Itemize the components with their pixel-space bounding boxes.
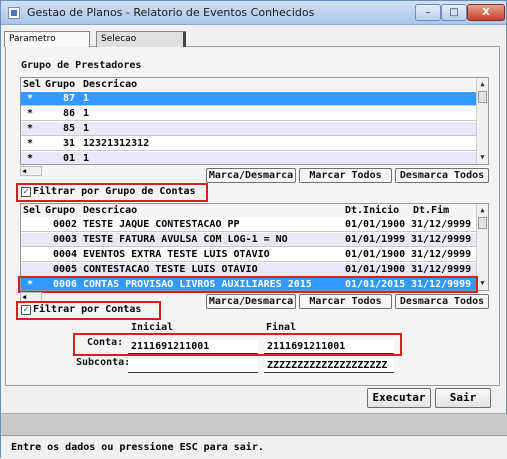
cell-sel: *	[27, 153, 34, 164]
scroll-up-icon[interactable]: ▲	[477, 79, 488, 90]
marca-desmarca-button-2[interactable]: Marca/Desmarca	[206, 294, 296, 309]
conta-inicial-input[interactable]: 2111691211001	[128, 340, 258, 354]
prestadores-grid: Sel Grupo Descricao * 87 1 * 86 1 * 85 1…	[20, 77, 489, 165]
cell-descricao: 12321312312	[83, 138, 150, 149]
subconta-label: Subconta:	[76, 357, 131, 368]
scroll-left-icon[interactable]: ◀	[22, 167, 26, 176]
close-button[interactable]: X	[467, 4, 505, 21]
final-label: Final	[266, 322, 297, 333]
conta-label: Conta:	[87, 337, 124, 348]
cell-grupo: 0002	[53, 219, 78, 230]
cell-dt-fim: 31/12/9999	[411, 249, 472, 260]
cell-dt-inicio: 01/01/1999	[345, 234, 406, 245]
separator-band	[1, 413, 507, 435]
table-row[interactable]: * 85 1	[21, 122, 488, 136]
desmarca-todos-button-2[interactable]: Desmarca Todos	[395, 294, 489, 309]
filtrar-contas-label: Filtrar por Contas	[33, 304, 142, 315]
tab-parametro[interactable]: Parametro	[4, 31, 90, 47]
cell-descricao: TESTE FATURA AVULSA COM LOG-1 = NO	[83, 234, 288, 245]
title-bar[interactable]: Gestao de Planos - Relatorio de Eventos …	[1, 1, 506, 25]
status-bar: Entre os dados ou pressione ESC para sai…	[1, 435, 507, 459]
cell-descricao: 1	[83, 108, 90, 119]
cell-sel: *	[27, 108, 34, 119]
cell-sel: *	[27, 138, 34, 149]
table-row[interactable]: * 01 1	[21, 152, 488, 164]
table-row[interactable]: 0005 CONTESTACAO TESTE LUIS OTAVIO 01/01…	[21, 263, 488, 277]
sair-button[interactable]: Sair	[435, 388, 491, 408]
cell-grupo: 86	[62, 108, 75, 119]
table-row[interactable]: 0004 EVENTOS EXTRA TESTE LUIS OTAVIO 01/…	[21, 248, 488, 262]
cell-dt-inicio: 01/01/1900	[345, 219, 406, 230]
subconta-final-input[interactable]: ZZZZZZZZZZZZZZZZZZZZ	[264, 359, 394, 373]
prestadores-vscroll[interactable]: ▲ ▼	[476, 78, 488, 164]
cell-descricao: CONTESTACAO TESTE LUIS OTAVIO	[83, 264, 258, 275]
highlight-selected-row	[18, 276, 478, 293]
scroll-up-icon[interactable]: ▲	[477, 205, 488, 216]
cell-dt-inicio: 01/01/1900	[345, 249, 406, 260]
cell-dt-fim: 31/12/9999	[411, 264, 472, 275]
col-descricao: Descricao	[83, 79, 138, 90]
window-title: Gestao de Planos - Relatorio de Eventos …	[27, 6, 315, 19]
cell-grupo: 01	[62, 153, 75, 164]
contas-header: Sel Grupo Descricao Dt.Inicio Dt.Fim	[21, 204, 488, 217]
cell-sel: *	[27, 93, 34, 104]
cell-descricao: TESTE JAQUE CONTESTACAO PP	[83, 219, 240, 230]
tab-selecao[interactable]: Selecao	[96, 31, 186, 47]
main-window: Gestao de Planos - Relatorio de Eventos …	[0, 0, 507, 459]
marcar-todos-button-2[interactable]: Marcar Todos	[299, 294, 392, 309]
table-row[interactable]: * 87 1	[21, 92, 488, 106]
filtrar-grupo-label: Filtrar por Grupo de Contas	[33, 186, 196, 197]
cell-grupo: 0005	[53, 264, 78, 275]
cell-dt-fim: 31/12/9999	[411, 234, 472, 245]
cell-sel: *	[27, 123, 34, 134]
grupo-prestadores-label: Grupo de Prestadores	[21, 60, 142, 71]
desmarca-todos-button-1[interactable]: Desmarca Todos	[395, 168, 489, 183]
cell-grupo: 87	[62, 93, 75, 104]
col-dt-inicio: Dt.Inicio	[345, 205, 400, 216]
cell-descricao: 1	[83, 153, 90, 164]
prestadores-hscroll[interactable]: ◀	[20, 166, 42, 176]
cell-dt-fim: 31/12/9999	[411, 219, 472, 230]
cell-grupo: 0003	[53, 234, 78, 245]
col-grupo: Grupo	[45, 205, 76, 216]
col-sel: Sel	[23, 79, 42, 90]
app-icon	[8, 7, 20, 19]
col-sel: Sel	[23, 205, 42, 216]
marcar-todos-button-1[interactable]: Marcar Todos	[299, 168, 392, 183]
table-row[interactable]: 0003 TESTE FATURA AVULSA COM LOG-1 = NO …	[21, 233, 488, 247]
cell-grupo: 31	[62, 138, 75, 149]
status-text: Entre os dados ou pressione ESC para sai…	[11, 442, 264, 453]
maximize-button[interactable]: □	[441, 4, 467, 21]
table-row[interactable]: 0002 TESTE JAQUE CONTESTACAO PP 01/01/19…	[21, 218, 488, 232]
cell-grupo: 85	[62, 123, 75, 134]
table-row[interactable]: * 31 12321312312	[21, 137, 488, 151]
minimize-button[interactable]: –	[415, 4, 441, 21]
table-row[interactable]: * 86 1	[21, 107, 488, 121]
conta-final-input[interactable]: 2111691211001	[264, 340, 394, 354]
cell-grupo: 0004	[53, 249, 78, 260]
col-descricao: Descricao	[83, 205, 138, 216]
marca-desmarca-button-1[interactable]: Marca/Desmarca	[206, 168, 296, 183]
cell-descricao: EVENTOS EXTRA TESTE LUIS OTAVIO	[83, 249, 270, 260]
checkbox-check-icon[interactable]: ✓	[21, 305, 31, 315]
cell-descricao: 1	[83, 93, 90, 104]
subconta-inicial-input[interactable]	[128, 359, 258, 373]
filtrar-grupo-checkbox[interactable]: ✓ Filtrar por Grupo de Contas	[17, 185, 207, 200]
executar-button[interactable]: Executar	[367, 388, 431, 408]
col-dt-fim: Dt.Fim	[413, 205, 450, 216]
cell-descricao: 1	[83, 123, 90, 134]
inicial-label: Inicial	[131, 322, 174, 333]
col-grupo: Grupo	[45, 79, 76, 90]
scroll-down-icon[interactable]: ▼	[477, 152, 488, 163]
filtrar-contas-checkbox[interactable]: ✓ Filtrar por Contas	[17, 303, 160, 318]
cell-dt-inicio: 01/01/1900	[345, 264, 406, 275]
scroll-thumb[interactable]	[478, 91, 487, 103]
checkbox-check-icon[interactable]: ✓	[21, 187, 31, 197]
scroll-down-icon[interactable]: ▼	[477, 278, 488, 289]
scroll-thumb[interactable]	[478, 217, 487, 229]
prestadores-header: Sel Grupo Descricao	[21, 78, 488, 91]
